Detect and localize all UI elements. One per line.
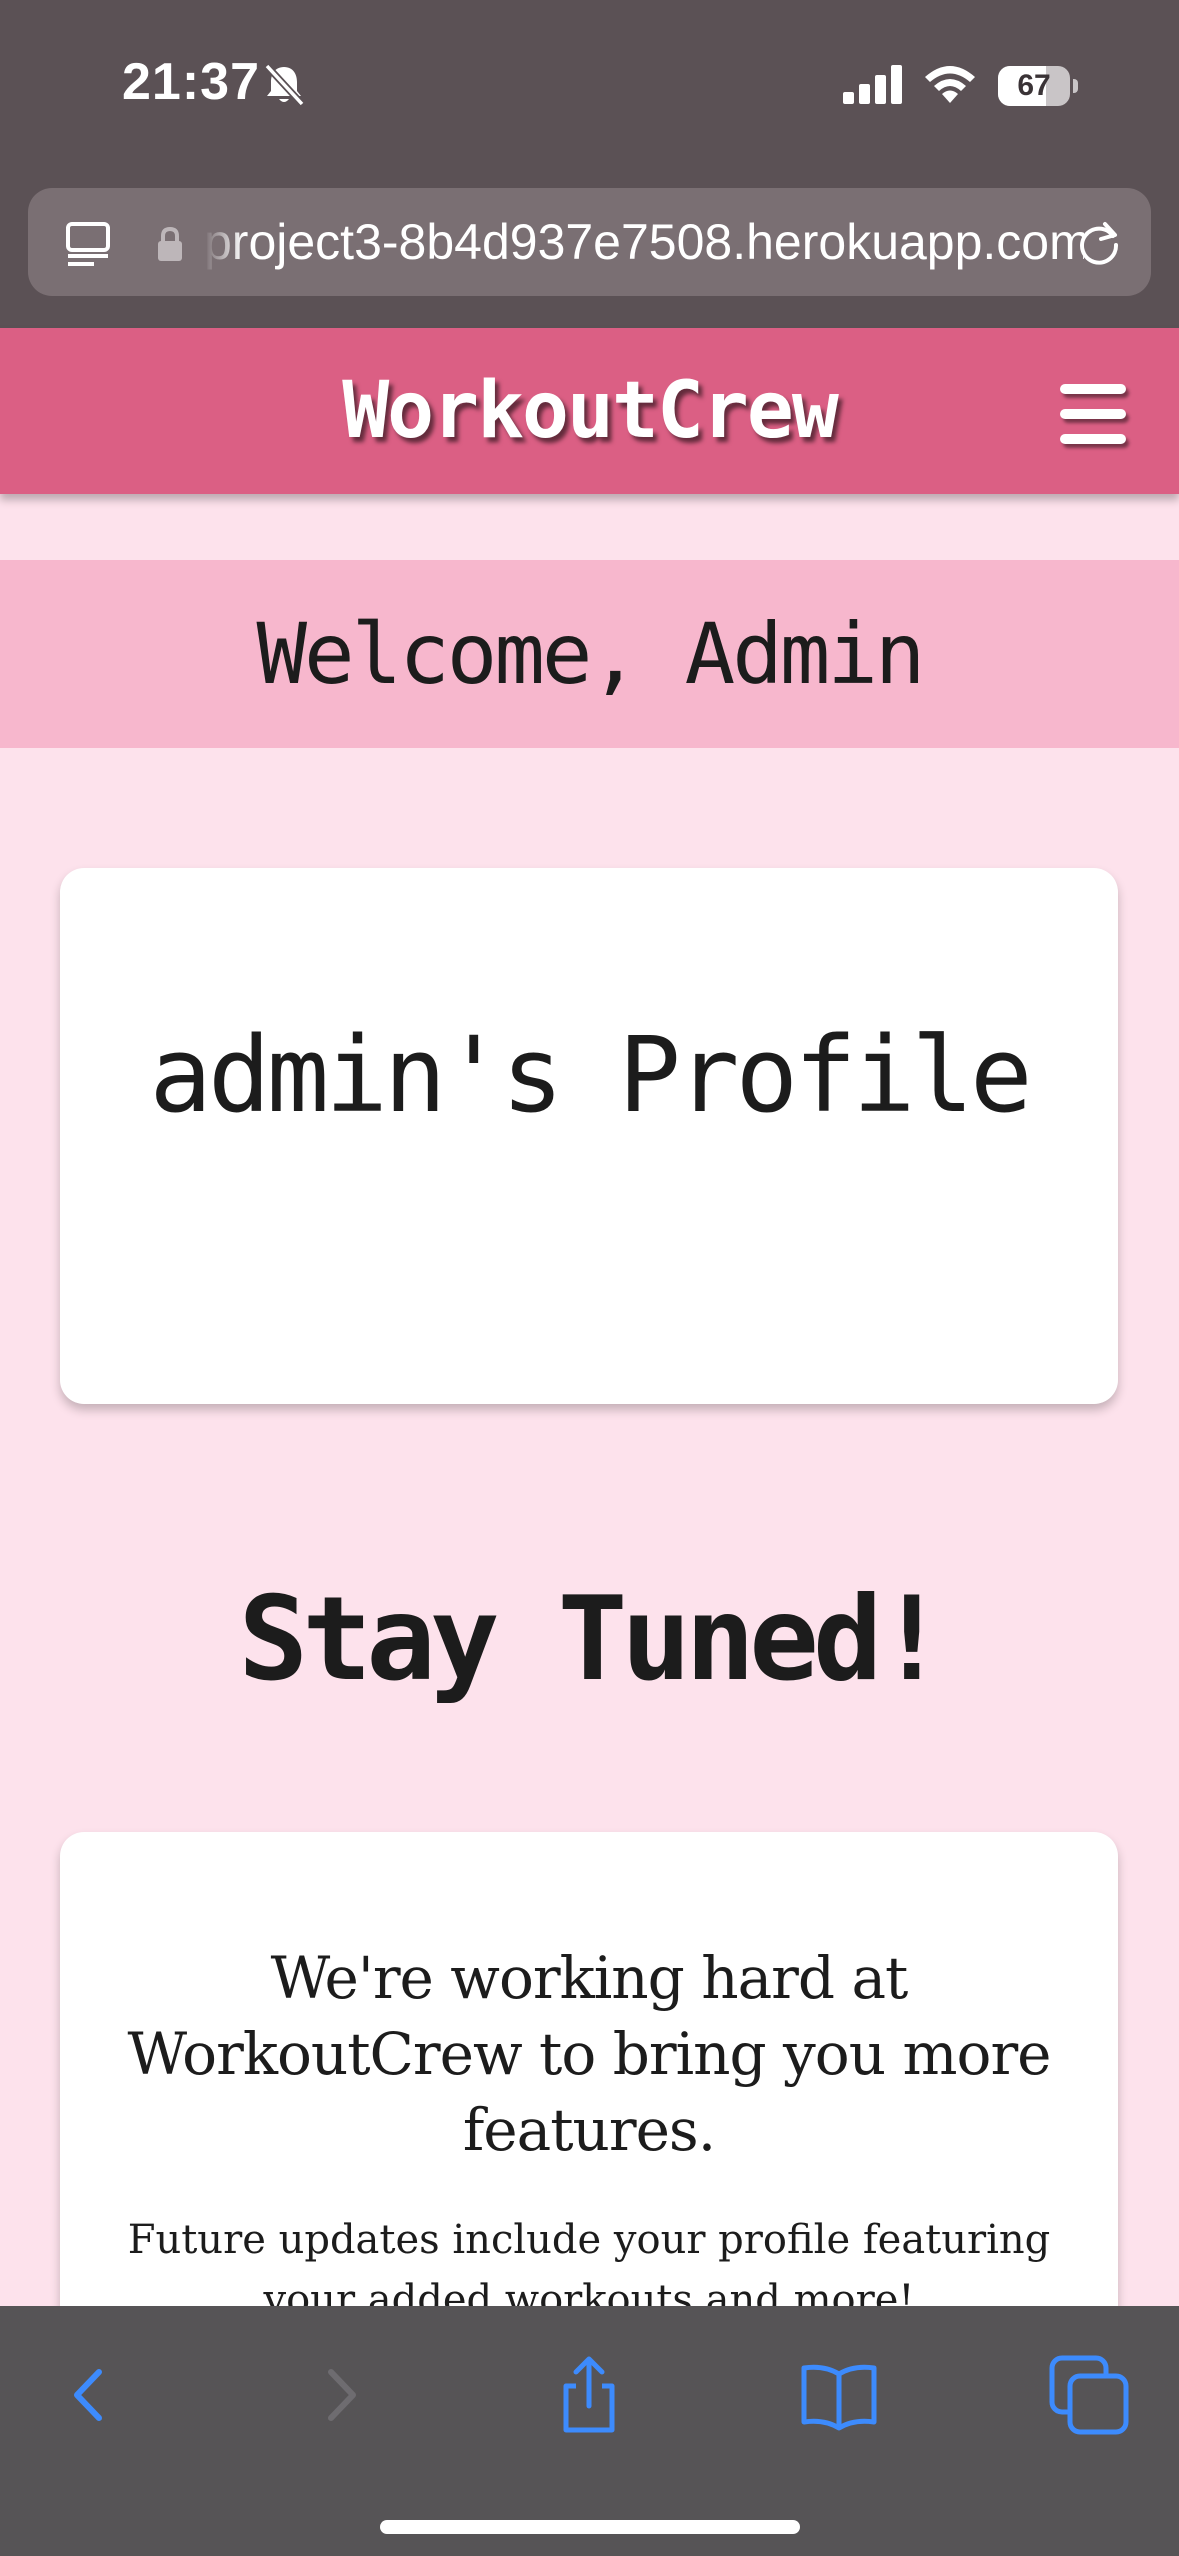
reload-icon[interactable] <box>1074 218 1124 268</box>
browser-toolbar <box>0 2306 1179 2556</box>
features-heading: We're working hard at WorkoutCrew to bri… <box>127 1944 1052 2164</box>
profile-title: admin's Profile <box>149 1014 1032 1136</box>
battery-level-label: 67 <box>1017 69 1051 102</box>
back-icon[interactable] <box>44 2350 134 2440</box>
hamburger-menu-icon[interactable] <box>1060 384 1126 444</box>
address-bar[interactable]: project3-8b4d937e7508.herokuapp.com <box>28 188 1151 296</box>
home-indicator <box>380 2520 800 2534</box>
status-time: 21:37 <box>122 53 260 111</box>
bell-slash-icon <box>264 63 305 107</box>
brand-logo-text[interactable]: WorkoutCrew <box>0 328 1179 494</box>
forward-icon[interactable] <box>296 2350 386 2440</box>
welcome-message: Welcome, Admin <box>256 605 925 703</box>
browser-address-area: project3-8b4d937e7508.herokuapp.com <box>0 170 1179 328</box>
status-bar: 21:37 67 <box>0 0 1179 170</box>
stay-tuned-heading: Stay Tuned! <box>238 1572 946 1707</box>
site-navbar: WorkoutCrew <box>0 328 1179 494</box>
lock-icon <box>158 226 182 261</box>
battery-icon: 67 <box>998 66 1078 106</box>
tabs-icon[interactable] <box>1044 2350 1134 2440</box>
welcome-banner: Welcome, Admin <box>0 560 1179 748</box>
cellular-signal-icon <box>843 65 902 104</box>
bookmarks-icon[interactable] <box>794 2350 884 2440</box>
tab-overview-icon[interactable] <box>64 218 114 268</box>
url-text[interactable]: project3-8b4d937e7508.herokuapp.com <box>204 210 1084 274</box>
wifi-icon <box>925 66 975 103</box>
share-icon[interactable] <box>544 2350 634 2440</box>
profile-card: admin's Profile <box>60 868 1118 1404</box>
